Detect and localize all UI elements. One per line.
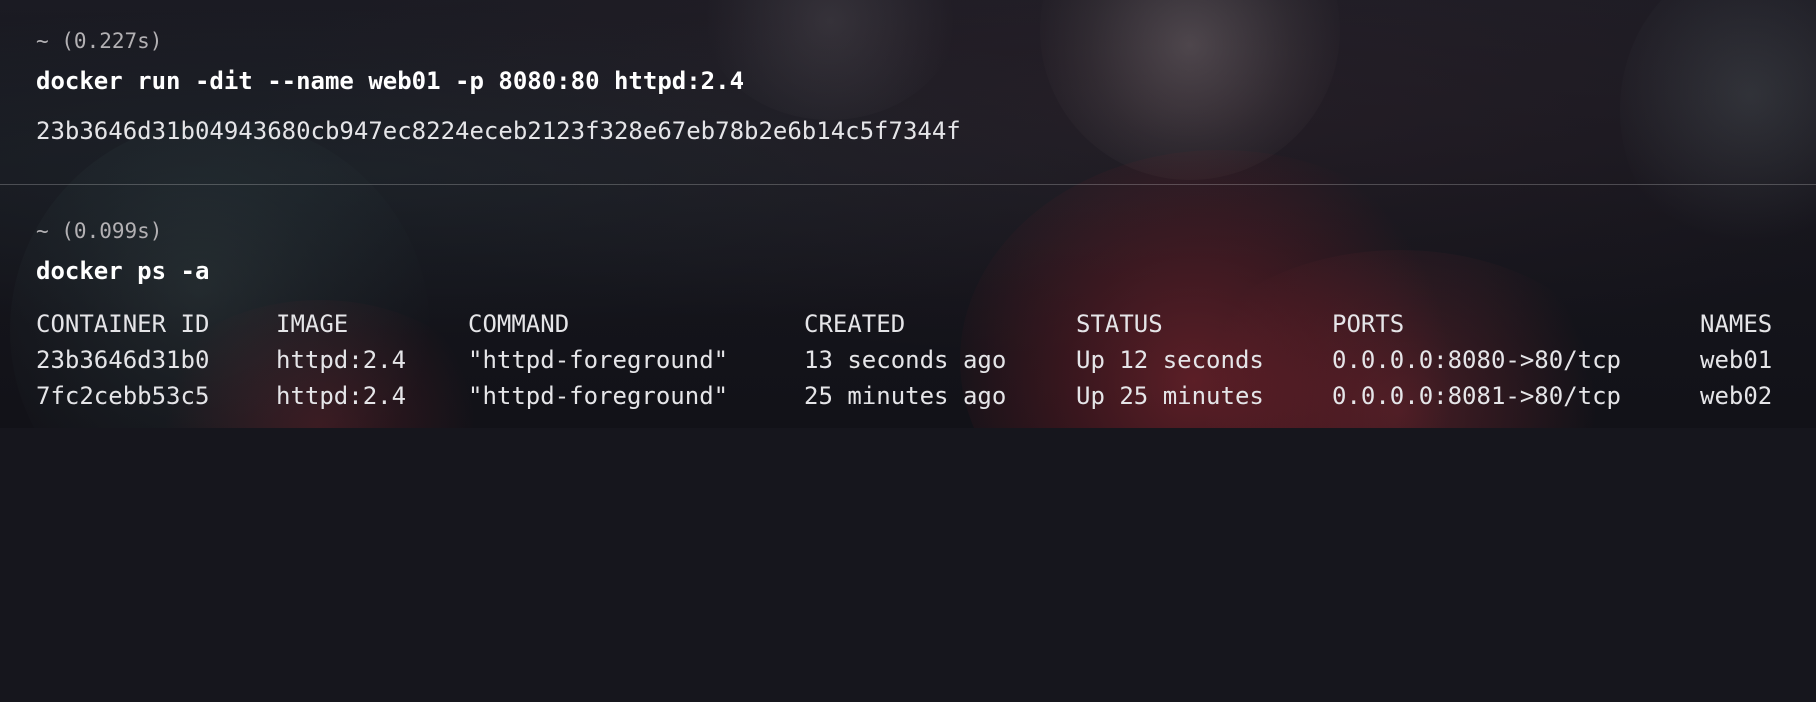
- column-header: NAMES: [1700, 310, 1773, 338]
- command-block[interactable]: ~ (0.227s) docker run -dit --name web01 …: [36, 26, 1816, 148]
- image-cell: httpd:2.4: [276, 346, 407, 374]
- column-header: CREATED: [804, 310, 906, 338]
- image-cell: httpd:2.4: [276, 382, 407, 410]
- column-header: PORTS: [1332, 310, 1405, 338]
- table-header-row: CONTAINER ID IMAGE COMMAND CREATED STATU…: [36, 306, 1816, 342]
- table-row: 23b3646d31b0 httpd:2.4 "httpd-foreground…: [36, 342, 1816, 378]
- names-cell: web02: [1700, 382, 1773, 410]
- command-block[interactable]: ~ (0.099s) docker ps -a CONTAINER ID IMA…: [36, 216, 1816, 414]
- created-cell: 13 seconds ago: [804, 346, 1007, 374]
- names-cell: web01: [1700, 346, 1773, 374]
- prompt-line: ~ (0.227s): [36, 29, 163, 53]
- column-header: STATUS: [1076, 310, 1163, 338]
- command-cell: "httpd-foreground": [468, 382, 729, 410]
- prompt-line: ~ (0.099s): [36, 219, 163, 243]
- table-row: 7fc2cebb53c5 httpd:2.4 "httpd-foreground…: [36, 378, 1816, 414]
- ports-cell: 0.0.0.0:8080->80/tcp: [1332, 346, 1621, 374]
- command-line: docker run -dit --name web01 -p 8080:80 …: [36, 67, 745, 95]
- column-header: COMMAND: [468, 310, 570, 338]
- ports-cell: 0.0.0.0:8081->80/tcp: [1332, 382, 1621, 410]
- command-output: 23b3646d31b04943680cb947ec8224eceb2123f3…: [36, 117, 961, 145]
- command-line: docker ps -a: [36, 257, 210, 285]
- command-cell: "httpd-foreground": [468, 346, 729, 374]
- container-id-cell: 7fc2cebb53c5: [36, 382, 210, 410]
- created-cell: 25 minutes ago: [804, 382, 1007, 410]
- container-id-cell: 23b3646d31b0: [36, 346, 210, 374]
- column-header: IMAGE: [276, 310, 349, 338]
- column-header: CONTAINER ID: [36, 310, 210, 338]
- status-cell: Up 25 minutes: [1076, 382, 1264, 410]
- container-table: CONTAINER ID IMAGE COMMAND CREATED STATU…: [36, 306, 1816, 414]
- block-divider: [0, 184, 1816, 185]
- status-cell: Up 12 seconds: [1076, 346, 1264, 374]
